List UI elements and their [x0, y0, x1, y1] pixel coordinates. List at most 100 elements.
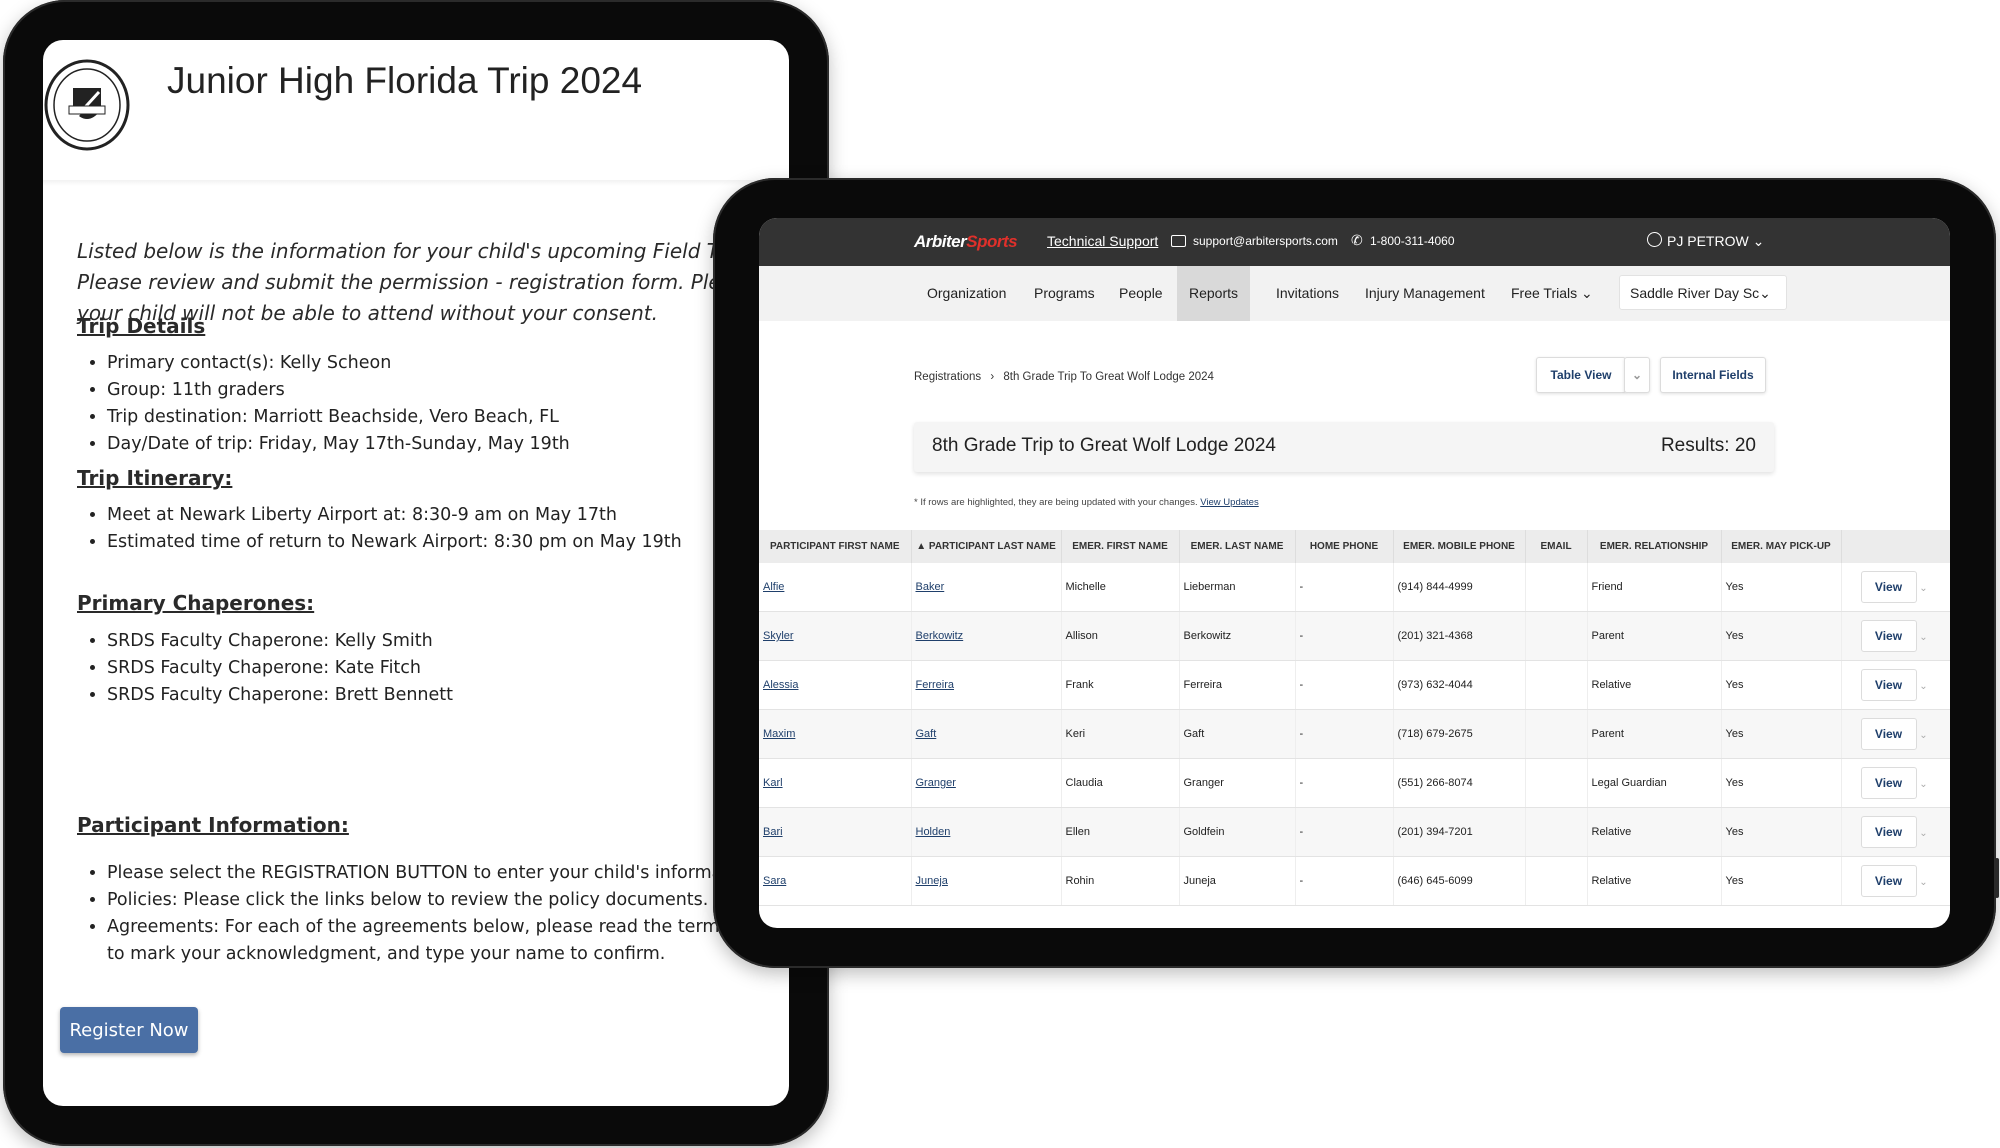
right-tablet-screen: ArbiterSports Technical Support support@…	[759, 218, 1950, 928]
cell-emer-last: Lieberman	[1179, 563, 1296, 612]
cell-email	[1525, 758, 1588, 808]
cell-email	[1525, 660, 1588, 710]
sort-ascending-icon: ▲	[916, 541, 929, 552]
chevron-down-icon[interactable]: ⌄	[1917, 779, 1931, 790]
org-select-value: Saddle River Day Sc	[1630, 285, 1760, 301]
nav-item-injury-management[interactable]: Injury Management	[1365, 266, 1485, 321]
cell-first[interactable]: Alessia	[759, 660, 912, 710]
chevron-down-icon: ⌄	[1581, 285, 1593, 301]
internal-fields-button[interactable]: Internal Fields	[1660, 357, 1766, 393]
participant-first-name-link[interactable]: Bari	[763, 826, 783, 838]
top-header-bar: ArbiterSports Technical Support support@…	[759, 218, 1950, 266]
participant-first-name-link[interactable]: Alfie	[763, 581, 784, 593]
support-phone[interactable]: 1-800-311-4060	[1370, 234, 1455, 248]
participant-first-name-link[interactable]: Karl	[763, 777, 783, 789]
support-email-link[interactable]: support@arbitersports.com	[1193, 234, 1338, 248]
chevron-down-icon[interactable]: ⌄	[1917, 583, 1931, 594]
cell-pickup: Yes	[1721, 660, 1842, 710]
cell-home: -	[1295, 611, 1394, 661]
organization-select[interactable]: Saddle River Day Sc⌄	[1619, 275, 1787, 310]
cell-first[interactable]: Skyler	[759, 611, 912, 661]
column-header-sorted[interactable]: ▲ PARTICIPANT LAST NAME	[911, 530, 1062, 563]
chevron-down-icon[interactable]: ⌄	[1917, 877, 1931, 888]
chevron-down-icon[interactable]: ⌄	[1917, 681, 1931, 692]
column-header[interactable]: EMER. LAST NAME	[1179, 530, 1296, 563]
school-seal-logo	[44, 59, 130, 151]
view-button[interactable]: View	[1860, 816, 1917, 848]
cell-first[interactable]: Alfie	[759, 563, 912, 612]
participant-last-name-link[interactable]: Gaft	[916, 728, 937, 740]
participant-last-name-link[interactable]: Holden	[916, 826, 951, 838]
participant-first-name-link[interactable]: Maxim	[763, 728, 795, 740]
cell-last[interactable]: Holden	[911, 807, 1062, 857]
participant-last-name-link[interactable]: Juneja	[916, 875, 948, 887]
table-row: Maxim Gaft Keri Gaft - (718) 679-2675 Parent Ye…	[759, 709, 1950, 759]
itinerary-list: Meet at Newark Liberty Airport at: 8:30-…	[77, 502, 682, 556]
list-item: Agreements: For each of the agreements b…	[107, 914, 789, 941]
trip-details-list: Primary contact(s): Kelly Scheon Group: …	[77, 350, 570, 458]
register-now-button[interactable]: Register Now	[60, 1007, 198, 1053]
cell-last[interactable]: Gaft	[911, 709, 1062, 759]
table-row: Karl Granger Claudia Granger - (551) 266-8074…	[759, 758, 1950, 808]
breadcrumb: Registrations › 8th Grade Trip To Great …	[914, 371, 1214, 383]
nav-item-invitations[interactable]: Invitations	[1276, 266, 1339, 321]
column-header[interactable]: EMER. FIRST NAME	[1061, 530, 1180, 563]
list-item: Meet at Newark Liberty Airport at: 8:30-…	[107, 502, 682, 529]
participant-last-name-link[interactable]: Granger	[916, 777, 956, 789]
column-header[interactable]: EMER. MAY PICK-UP	[1721, 530, 1842, 563]
nav-item-organization[interactable]: Organization	[927, 266, 1006, 321]
cell-first[interactable]: Maxim	[759, 709, 912, 759]
table-row: Skyler Berkowitz Allison Berkowitz - (201) 32…	[759, 611, 1950, 661]
cell-last[interactable]: Juneja	[911, 856, 1062, 906]
cell-last[interactable]: Baker	[911, 563, 1062, 612]
nav-item-people[interactable]: People	[1119, 266, 1163, 321]
cell-emer-first: Allison	[1061, 611, 1180, 661]
view-button[interactable]: View	[1860, 571, 1917, 603]
list-item: Please select the REGISTRATION BUTTON to…	[107, 860, 789, 887]
registrations-table: PARTICIPANT FIRST NAME ▲ PARTICIPANT LAS…	[759, 530, 1950, 906]
nav-item-reports[interactable]: Reports	[1177, 266, 1251, 321]
nav-item-programs[interactable]: Programs	[1034, 266, 1095, 321]
breadcrumb-registrations[interactable]: Registrations	[914, 371, 981, 383]
user-menu[interactable]: PJ PETROW ⌄	[1667, 233, 1764, 250]
view-button[interactable]: View	[1860, 718, 1917, 750]
chevron-down-icon[interactable]: ⌄	[1917, 632, 1931, 643]
actions-column-header	[1841, 530, 1950, 563]
column-header[interactable]: EMAIL	[1525, 530, 1588, 563]
nav-item-free-trials[interactable]: Free Trials ⌄	[1511, 266, 1593, 321]
cell-first[interactable]: Sara	[759, 856, 912, 906]
participant-last-name-link[interactable]: Ferreira	[916, 679, 955, 691]
intro-line: Please review and submit the permission …	[77, 270, 787, 294]
cell-last[interactable]: Granger	[911, 758, 1062, 808]
cell-mobile: (646) 645-6099	[1393, 856, 1526, 906]
column-header[interactable]: EMER. RELATIONSHIP	[1587, 530, 1722, 563]
cell-first[interactable]: Karl	[759, 758, 912, 808]
cell-pickup: Yes	[1721, 758, 1842, 808]
view-updates-link[interactable]: View Updates	[1200, 497, 1258, 508]
cell-last[interactable]: Berkowitz	[911, 611, 1062, 661]
view-button[interactable]: View	[1860, 865, 1917, 897]
report-title: 8th Grade Trip to Great Wolf Lodge 2024	[932, 435, 1276, 456]
column-header[interactable]: HOME PHONE	[1295, 530, 1394, 563]
view-button[interactable]: View	[1860, 767, 1917, 799]
cell-home: -	[1295, 807, 1394, 857]
arbiter-sports-logo[interactable]: ArbiterSports	[914, 232, 1018, 252]
cell-last[interactable]: Ferreira	[911, 660, 1062, 710]
column-header[interactable]: EMER. MOBILE PHONE	[1393, 530, 1526, 563]
chevron-down-icon[interactable]: ⌄	[1917, 828, 1931, 839]
chevron-down-icon[interactable]: ⌄	[1917, 730, 1931, 741]
participant-last-name-link[interactable]: Berkowitz	[916, 630, 964, 642]
view-button[interactable]: View	[1860, 620, 1917, 652]
table-view-button[interactable]: Table View	[1536, 357, 1626, 393]
participant-first-name-link[interactable]: Sara	[763, 875, 786, 887]
cell-pickup: Yes	[1721, 807, 1842, 857]
participant-first-name-link[interactable]: Alessia	[763, 679, 798, 691]
table-view-dropdown[interactable]: ⌄	[1624, 357, 1650, 393]
participant-first-name-link[interactable]: Skyler	[763, 630, 794, 642]
participant-last-name-link[interactable]: Baker	[916, 581, 945, 593]
column-header[interactable]: PARTICIPANT FIRST NAME	[759, 530, 912, 563]
technical-support-link[interactable]: Technical Support	[1047, 233, 1158, 249]
cell-first[interactable]: Bari	[759, 807, 912, 857]
view-button[interactable]: View	[1860, 669, 1917, 701]
note-text: * If rows are highlighted, they are bein…	[914, 497, 1198, 508]
